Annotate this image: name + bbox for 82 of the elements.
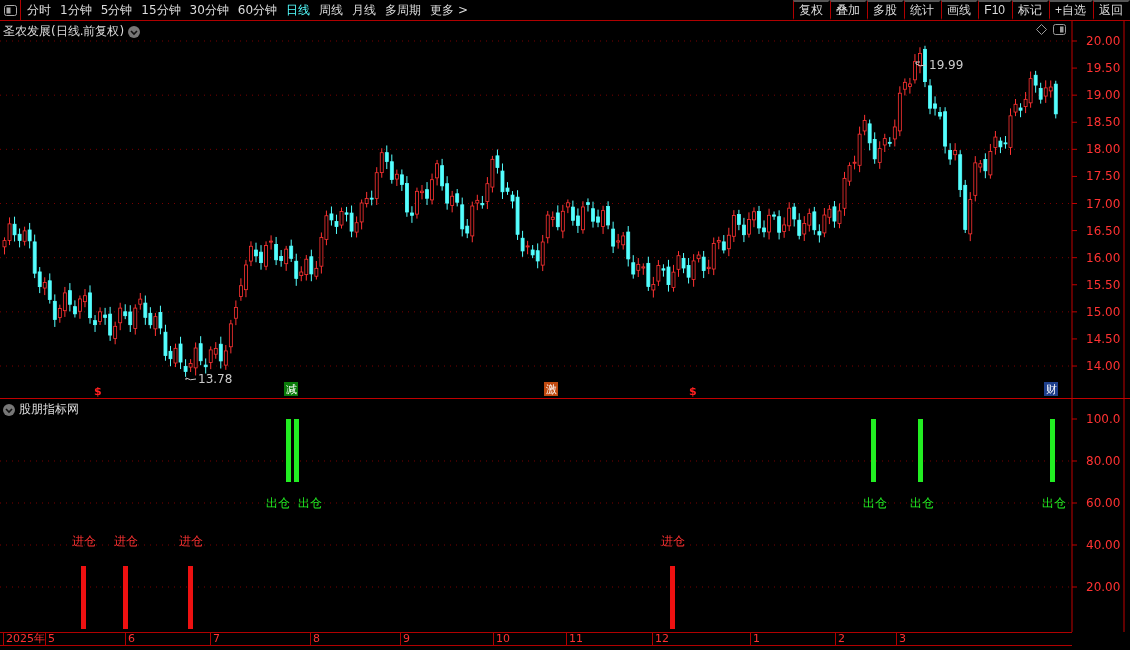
exit-signal-label: 出仓 xyxy=(266,496,290,510)
date-label: 5 xyxy=(45,633,55,645)
date-label: 2 xyxy=(835,633,845,645)
event-marker[interactable]: $ xyxy=(94,385,102,398)
date-label: 8 xyxy=(310,633,320,645)
entry-signal-bar xyxy=(81,566,86,629)
entry-signal-bar xyxy=(188,566,193,629)
date-label: 12 xyxy=(652,633,669,645)
diamond-icon[interactable] xyxy=(1036,24,1047,35)
event-tag[interactable]: 激 xyxy=(544,382,558,396)
period-tab[interactable]: 60分钟 xyxy=(237,1,278,19)
date-label: 11 xyxy=(566,633,583,645)
entry-signal-label: 进仓 xyxy=(179,534,203,548)
date-label: 1 xyxy=(750,633,760,645)
period-tab[interactable]: 30分钟 xyxy=(189,1,229,19)
price-tick-label: 14.00 xyxy=(1086,359,1121,373)
date-label: 9 xyxy=(400,633,410,645)
period-tab[interactable]: 月线 xyxy=(352,1,377,19)
period-tab[interactable]: 15分钟 xyxy=(141,1,181,19)
exit-signal-bar xyxy=(918,419,923,482)
toolbar-button[interactable]: 统计 xyxy=(904,0,942,20)
event-tag[interactable]: 财 xyxy=(1044,382,1058,396)
date-label: 3 xyxy=(896,633,906,645)
exit-signal-label: 出仓 xyxy=(863,496,887,510)
exit-signal-bar xyxy=(286,419,291,482)
entry-signal-label: 进仓 xyxy=(661,534,685,548)
entry-signal-bar xyxy=(670,566,675,629)
high-price-label: 19.99 xyxy=(915,58,964,72)
period-tab[interactable]: 1分钟 xyxy=(60,1,92,19)
indicator-title: 股朋指标网 xyxy=(19,401,79,418)
price-tick-label: 18.00 xyxy=(1086,142,1121,157)
exit-signal-bar xyxy=(871,419,876,482)
period-tab[interactable]: 周线 xyxy=(319,1,344,19)
entry-signal-bar xyxy=(123,566,128,629)
date-label: 6 xyxy=(125,633,135,645)
price-tick-label: 19.50 xyxy=(1086,61,1121,76)
event-marker[interactable]: $ xyxy=(689,385,697,398)
price-tick-label: 19.00 xyxy=(1086,88,1121,103)
indicator-tick-label: 100.0 xyxy=(1086,412,1121,426)
indicator-tick-label: 20.00 xyxy=(1086,580,1121,594)
price-tick-label: 14.50 xyxy=(1086,331,1121,346)
entry-signal-label: 进仓 xyxy=(72,534,96,548)
period-tab[interactable]: 分时 xyxy=(27,1,51,19)
toolbar-button[interactable]: 复权 xyxy=(793,0,831,20)
date-label: 7 xyxy=(210,633,220,645)
price-tick-label: 20.00 xyxy=(1086,34,1121,48)
indicator-tick-label: 60.00 xyxy=(1086,496,1121,510)
toolbar-button[interactable]: F10 xyxy=(978,0,1012,20)
period-tab[interactable]: 多周期 xyxy=(385,1,422,19)
price-tick-label: 17.50 xyxy=(1086,169,1121,184)
period-tab[interactable]: 5分钟 xyxy=(100,1,133,19)
date-label: 2025年 xyxy=(3,633,45,645)
indicator-tick-label: 80.00 xyxy=(1086,454,1121,468)
price-tick-label: 15.00 xyxy=(1086,304,1121,319)
low-price-label: 13.78 xyxy=(185,372,233,386)
price-tick-label: 18.50 xyxy=(1086,115,1121,130)
exit-signal-label: 出仓 xyxy=(298,496,322,510)
date-label: 10 xyxy=(493,633,510,645)
exit-signal-label: 出仓 xyxy=(1042,496,1066,510)
chevron-down-icon[interactable] xyxy=(3,403,15,416)
indicator-tick-label: 40.00 xyxy=(1086,538,1121,552)
price-tick-label: 15.50 xyxy=(1086,277,1121,292)
chevron-down-icon[interactable] xyxy=(128,25,141,38)
more-menu[interactable]: 更多 > xyxy=(430,1,468,19)
price-tick-label: 16.50 xyxy=(1086,223,1121,238)
event-tag[interactable]: 减 xyxy=(284,382,298,396)
panel-toggle-icon[interactable] xyxy=(1053,24,1066,35)
toolbar-button[interactable]: 多股 xyxy=(867,0,905,20)
toolbar-button[interactable]: 叠加 xyxy=(830,0,868,20)
stock-title: 圣农发展(日线.前复权) xyxy=(3,23,125,40)
toolbar-button[interactable]: 画线 xyxy=(941,0,979,20)
period-tab[interactable]: 日线 xyxy=(286,1,311,19)
exit-signal-bar xyxy=(294,419,299,482)
price-tick-label: 16.00 xyxy=(1086,250,1121,265)
toolbar-button[interactable]: +自选 xyxy=(1049,0,1093,20)
exit-signal-label: 出仓 xyxy=(910,496,934,510)
toolbar-button[interactable]: 标记 xyxy=(1012,0,1049,20)
exit-signal-bar xyxy=(1050,419,1055,482)
price-tick-label: 17.00 xyxy=(1086,196,1121,211)
panel-toggle-icon[interactable] xyxy=(3,4,17,16)
toolbar-button[interactable]: 返回 xyxy=(1093,0,1130,20)
entry-signal-label: 进仓 xyxy=(114,534,138,548)
